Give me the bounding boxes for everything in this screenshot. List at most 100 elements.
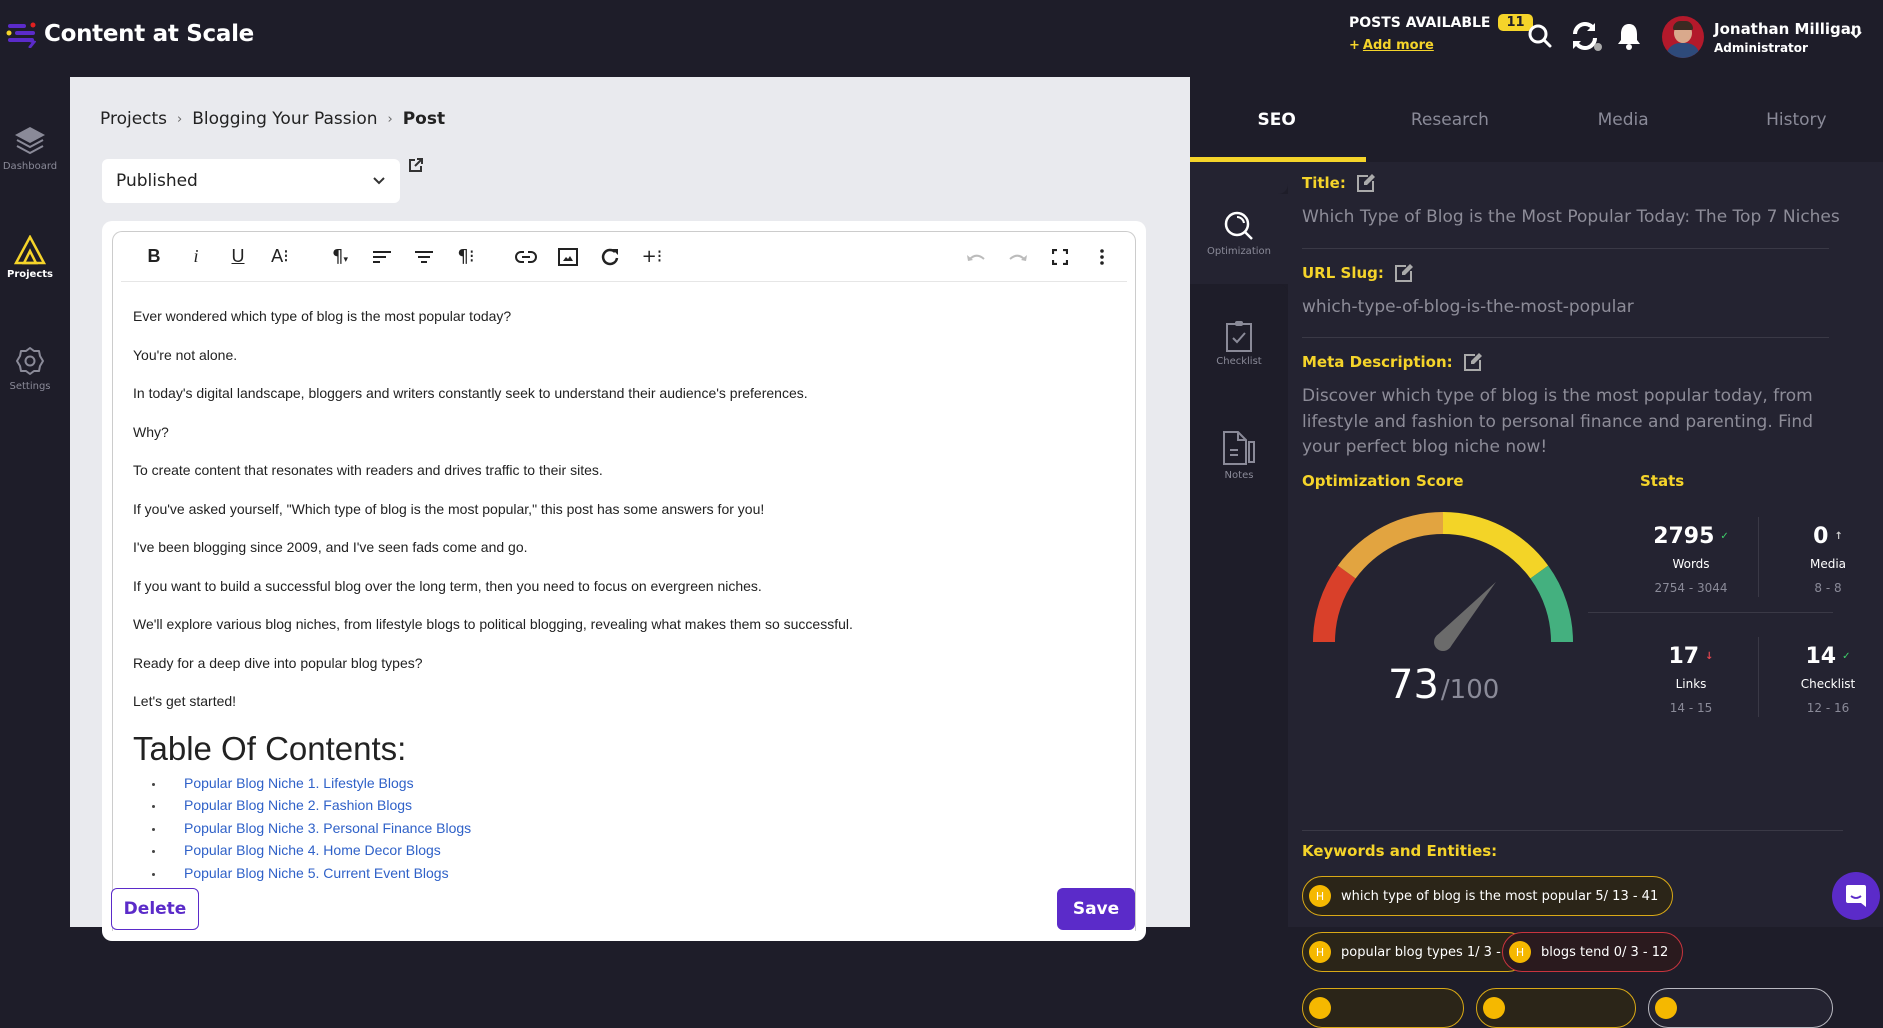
- score-readout: 73 /100: [1388, 662, 1499, 708]
- paragraph: In today's digital landscape, bloggers a…: [133, 385, 808, 401]
- nav-dashboard[interactable]: Dashboard: [0, 125, 60, 172]
- notifications-button[interactable]: [1613, 20, 1645, 52]
- editor-content[interactable]: Ever wondered which type of blog is the …: [113, 282, 1135, 898]
- sync-button[interactable]: [1570, 20, 1602, 52]
- stat-links: 17 ↓ Links 14 - 15: [1623, 644, 1759, 715]
- user-name: Jonathan Milligan: [1714, 19, 1862, 38]
- score-value: 73: [1388, 662, 1439, 708]
- nav-projects[interactable]: Projects: [0, 235, 60, 280]
- align-center-icon: [415, 250, 433, 263]
- stat-range: 12 - 16: [1806, 701, 1850, 715]
- chevron-down-icon[interactable]: [1849, 30, 1863, 40]
- logo[interactable]: Content at Scale: [6, 20, 254, 48]
- fullscreen-icon: [1052, 249, 1068, 265]
- check-icon: ✓: [1842, 651, 1851, 662]
- align-center-button[interactable]: [403, 239, 445, 275]
- align-left-button[interactable]: [361, 239, 403, 275]
- clipboard-check-icon: [1226, 321, 1252, 352]
- edit-icon[interactable]: [1463, 352, 1483, 372]
- chevron-down-icon: [373, 177, 385, 185]
- toc-heading: Table Of Contents:: [133, 729, 407, 767]
- keyword-text: which type of blog is the most popular 5…: [1341, 888, 1659, 904]
- tool-notes[interactable]: Notes: [1190, 430, 1288, 481]
- insert-link-button[interactable]: [505, 239, 547, 275]
- gauge-segment: [1313, 565, 1356, 642]
- chat-button[interactable]: [1832, 872, 1880, 920]
- stat-value: 17 ↓: [1668, 644, 1714, 669]
- tool-checklist[interactable]: Checklist: [1190, 320, 1288, 367]
- gauge-segment: [1530, 565, 1573, 642]
- italic-icon: i: [193, 246, 199, 266]
- toc-link[interactable]: Popular Blog Niche 5. Current Event Blog…: [165, 862, 1115, 885]
- chevron-right-icon: ›: [177, 111, 183, 127]
- check-icon: ✓: [1720, 531, 1729, 542]
- more-insert-button[interactable]: +⁝: [631, 239, 673, 275]
- refresh-button[interactable]: [589, 239, 631, 275]
- keyword-chip[interactable]: H popular blog types 1/ 3 - 4: [1302, 932, 1529, 972]
- keyword-chip[interactable]: [1648, 988, 1833, 1028]
- user-menu[interactable]: Jonathan Milligan Administrator: [1662, 16, 1862, 58]
- keyword-text: popular blog types 1/ 3 - 4: [1341, 944, 1514, 960]
- font-size-button[interactable]: A⁝: [259, 239, 301, 275]
- panel-tabs: SEO Research Media History: [1190, 77, 1883, 162]
- external-link-icon[interactable]: [408, 157, 424, 173]
- undo-button[interactable]: [955, 239, 997, 275]
- paragraph-format-button[interactable]: ¶▾: [319, 239, 361, 275]
- tab-history[interactable]: History: [1710, 77, 1883, 162]
- stat-value: 2795 ✓: [1653, 524, 1729, 549]
- stat-range: 2754 - 3044: [1654, 581, 1728, 595]
- bold-button[interactable]: B: [133, 239, 175, 275]
- left-nav: Dashboard Projects Settings: [0, 77, 70, 927]
- tab-media[interactable]: Media: [1537, 77, 1710, 162]
- stat-value: 0 ↑: [1813, 524, 1843, 549]
- breadcrumb-project[interactable]: Blogging Your Passion: [192, 109, 377, 129]
- breadcrumb-projects[interactable]: Projects: [100, 109, 167, 129]
- nav-settings[interactable]: Settings: [0, 345, 60, 392]
- keyword-text: blogs tend 0/ 3 - 12: [1541, 944, 1669, 960]
- status-select[interactable]: Published: [102, 159, 400, 203]
- save-button[interactable]: Save: [1057, 888, 1135, 930]
- stat-checklist: 14 ✓ Checklist 12 - 16: [1760, 644, 1883, 715]
- keyword-chip[interactable]: H blogs tend 0/ 3 - 12: [1502, 932, 1684, 972]
- edit-icon[interactable]: [1394, 263, 1414, 283]
- layers-icon: [15, 127, 45, 155]
- title-label: Title:: [1302, 173, 1857, 193]
- chat-icon: [1846, 885, 1866, 907]
- italic-button[interactable]: i: [175, 239, 217, 275]
- toc-link[interactable]: Popular Blog Niche 4. Home Decor Blogs: [165, 839, 1115, 862]
- toc-link[interactable]: Popular Blog Niche 1. Lifestyle Blogs: [165, 772, 1115, 795]
- editor-toolbar: B i U A⁝ ¶▾ ¶⁝ +⁝: [121, 232, 1127, 282]
- magnifier-icon: [1224, 211, 1253, 240]
- slug-label: URL Slug:: [1302, 263, 1857, 283]
- toc-link[interactable]: Popular Blog Niche 2. Fashion Blogs: [165, 794, 1115, 817]
- fullscreen-button[interactable]: [1039, 239, 1081, 275]
- underline-button[interactable]: U: [217, 239, 259, 275]
- meta-value: Discover which type of blog is the most …: [1302, 386, 1813, 457]
- paragraph: Why?: [133, 423, 169, 440]
- toc-link[interactable]: Popular Blog Niche 3. Personal Finance B…: [165, 817, 1115, 840]
- plus-icon: +⁝: [641, 246, 663, 267]
- keyword-chip[interactable]: [1302, 988, 1464, 1028]
- tab-research[interactable]: Research: [1363, 77, 1536, 162]
- paragraph-style-button[interactable]: ¶⁝: [445, 239, 487, 275]
- panel-tools: Optimization Checklist Notes: [1190, 162, 1288, 927]
- tab-seo[interactable]: SEO: [1190, 77, 1367, 162]
- keyword-chip[interactable]: [1476, 988, 1636, 1028]
- stat-label: Media: [1809, 557, 1847, 571]
- insert-image-button[interactable]: [547, 239, 589, 275]
- posts-available: POSTS AVAILABLE 11 + Add more: [1349, 14, 1533, 53]
- search-button[interactable]: [1524, 20, 1556, 52]
- posts-available-label: POSTS AVAILABLE: [1349, 14, 1491, 31]
- plus-icon: +: [1349, 38, 1360, 53]
- edit-icon[interactable]: [1356, 173, 1376, 193]
- more-vertical-icon: [1100, 249, 1104, 265]
- more-options-button[interactable]: [1081, 239, 1123, 275]
- app-title: Content at Scale: [44, 21, 254, 47]
- redo-button[interactable]: [997, 239, 1039, 275]
- tool-optimization[interactable]: Optimization: [1190, 210, 1288, 257]
- delete-button[interactable]: Delete: [111, 888, 199, 930]
- keyword-chip[interactable]: H which type of blog is the most popular…: [1302, 876, 1674, 916]
- slug-value: which-type-of-blog-is-the-most-popular: [1302, 296, 1634, 317]
- add-more-link[interactable]: + Add more: [1349, 38, 1533, 53]
- arrow-down-icon: ↓: [1705, 651, 1714, 662]
